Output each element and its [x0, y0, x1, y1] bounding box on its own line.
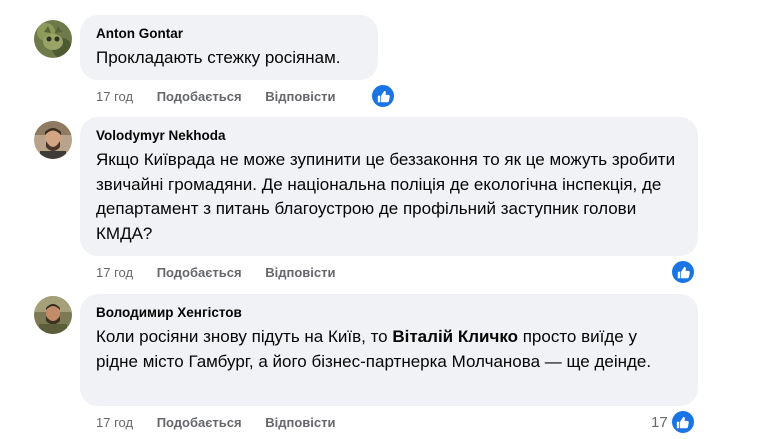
thumbs-up-icon: [669, 409, 696, 435]
comment-bubble: Anton Gontar Прокладають стежку росіянам…: [80, 15, 378, 80]
comment-text: Прокладають стежку росіянам.: [96, 48, 341, 67]
comment-timestamp[interactable]: 17 год: [96, 265, 133, 281]
comment-author[interactable]: Volodymyr Nekhoda: [96, 127, 682, 144]
comment-timestamp[interactable]: 17 год: [96, 415, 133, 431]
avatar[interactable]: [34, 121, 72, 159]
reply-button[interactable]: Відповісти: [265, 415, 335, 431]
like-button[interactable]: Подобається: [157, 415, 242, 431]
comment-timestamp[interactable]: 17 год: [96, 89, 133, 105]
like-button[interactable]: Подобається: [157, 265, 242, 281]
like-button[interactable]: Подобається: [157, 89, 242, 105]
comment-author[interactable]: Anton Gontar: [96, 25, 362, 42]
avatar[interactable]: [34, 20, 72, 58]
mention-link[interactable]: Віталій Кличко: [392, 327, 518, 346]
avatar[interactable]: [34, 296, 72, 334]
reply-button[interactable]: Відповісти: [265, 265, 335, 281]
reaction-summary[interactable]: 17: [651, 409, 696, 435]
comment-text: Якщо Київрада не може зупинити це беззак…: [96, 150, 676, 243]
comment-actions: 17 год Подобається Відповісти: [96, 265, 335, 281]
reaction-summary[interactable]: [670, 259, 696, 285]
reaction-count: 17: [651, 413, 668, 431]
reaction-summary[interactable]: [370, 83, 396, 109]
thumbs-up-icon: [370, 83, 396, 109]
comment-text-start: Коли росіяни знову підуть на Київ, то: [96, 327, 393, 346]
comment-bubble: Volodymyr Nekhoda Якщо Київрада не може …: [80, 117, 698, 256]
comment-bubble: Володимир Хенгістов Коли росіяни знову п…: [80, 294, 698, 406]
comment-actions: 17 год Подобається Відповісти: [96, 89, 335, 105]
thumbs-up-icon: [670, 259, 696, 285]
reply-button[interactable]: Відповісти: [265, 89, 335, 105]
comment-author[interactable]: Володимир Хенгістов: [96, 304, 682, 321]
comment-actions: 17 год Подобається Відповісти: [96, 415, 335, 431]
comment-text: Коли росіяни знову підуть на Київ, то Ві…: [96, 325, 682, 374]
